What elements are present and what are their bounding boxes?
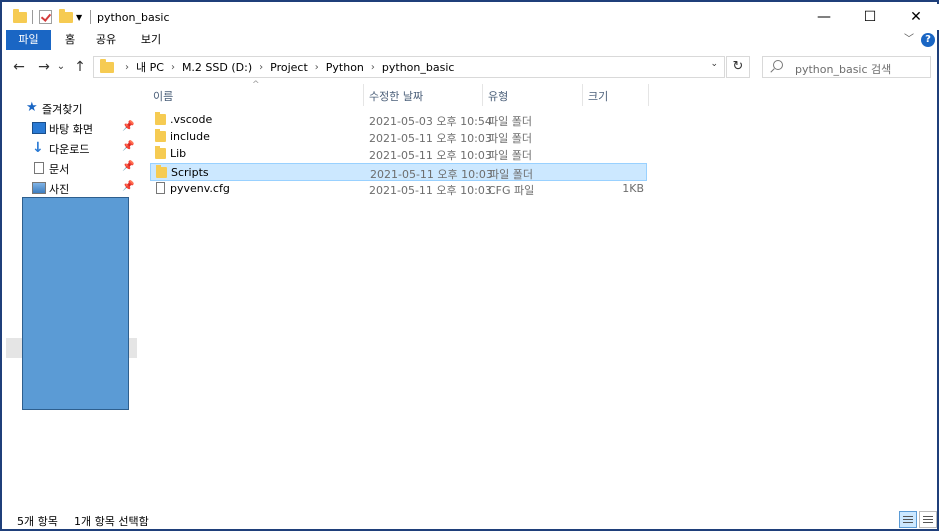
navigation-bar: ← → ⌄ ↑ › 내 PC › M.2 SSD (D:) › Project … bbox=[4, 52, 939, 82]
file-type: 파일 폴더 bbox=[488, 149, 532, 162]
folder-icon bbox=[156, 165, 167, 178]
column-header-type[interactable]: 유형 bbox=[488, 88, 508, 104]
pin-icon[interactable]: 📌 bbox=[122, 181, 134, 192]
list-item[interactable]: include 2021-05-11 오후 10:03 파일 폴더 bbox=[150, 128, 647, 146]
large-icons-view-button[interactable] bbox=[919, 511, 937, 528]
list-item[interactable]: Lib 2021-05-11 오후 10:03 파일 폴더 bbox=[150, 145, 647, 163]
selected-count: 1개 항목 선택함 bbox=[74, 515, 149, 528]
sidebar-item-label: 바탕 화면 bbox=[49, 123, 93, 136]
sidebar-item-label: 사진 bbox=[49, 183, 70, 196]
column-header-name[interactable]: 이름 bbox=[153, 88, 173, 104]
list-item[interactable]: pyvenv.cfg 2021-05-11 오후 10:03 CFG 파일 1K… bbox=[150, 180, 647, 198]
back-button[interactable]: ← bbox=[10, 58, 28, 76]
folder-icon bbox=[13, 8, 27, 25]
file-name: Scripts bbox=[171, 166, 209, 179]
file-date: 2021-05-11 오후 10:03 bbox=[369, 132, 492, 145]
properties-icon[interactable] bbox=[39, 9, 52, 25]
chevron-right-icon[interactable]: › bbox=[171, 62, 175, 73]
chevron-right-icon[interactable]: › bbox=[125, 62, 129, 73]
list-item-selected[interactable]: Scripts 2021-05-11 오후 10:03 파일 폴더 bbox=[150, 163, 647, 181]
star-icon: ★ bbox=[26, 100, 38, 115]
pin-icon[interactable]: 📌 bbox=[122, 161, 134, 172]
window-title: python_basic bbox=[97, 11, 170, 24]
sidebar-item-pictures[interactable]: 사진 📌 bbox=[4, 178, 136, 198]
file-name: include bbox=[170, 130, 210, 143]
chevron-right-icon[interactable]: › bbox=[315, 62, 319, 73]
ribbon-tabs: 파일 홈 공유 보기 ﹀ ? bbox=[4, 30, 939, 50]
file-type: 파일 폴더 bbox=[488, 132, 532, 145]
column-header-date[interactable]: 수정한 날짜 bbox=[369, 88, 423, 104]
tab-view[interactable]: 보기 bbox=[136, 30, 166, 50]
sidebar-item-desktop[interactable]: 바탕 화면 📌 bbox=[4, 118, 136, 138]
up-button[interactable]: ↑ bbox=[71, 58, 89, 76]
status-bar: 5개 항목 1개 항목 선택함 bbox=[4, 508, 939, 531]
breadcrumb-this-pc[interactable]: 내 PC bbox=[136, 59, 164, 75]
sidebar-item-label: 문서 bbox=[49, 163, 70, 176]
tab-home[interactable]: 홈 bbox=[56, 30, 84, 50]
title-bar: ▼ python_basic — ☐ ✕ bbox=[4, 4, 939, 30]
chevron-down-icon[interactable]: ⌄ bbox=[710, 59, 718, 69]
sidebar-item-quick-access[interactable]: ★ 즐겨찾기 bbox=[4, 98, 136, 118]
file-type: 파일 폴더 bbox=[488, 115, 532, 128]
search-icon bbox=[773, 60, 783, 70]
file-icon bbox=[156, 182, 165, 194]
sidebar-item-downloads[interactable]: ↓ 다운로드 📌 bbox=[4, 138, 136, 158]
pin-icon[interactable]: 📌 bbox=[122, 121, 134, 132]
folder-icon bbox=[155, 129, 166, 142]
file-date: 2021-05-03 오후 10:54 bbox=[369, 115, 492, 128]
file-name: Lib bbox=[170, 147, 187, 160]
search-input[interactable]: python_basic 검색 bbox=[762, 56, 931, 78]
breadcrumb-python[interactable]: Python bbox=[326, 61, 364, 74]
folder-icon bbox=[155, 112, 166, 125]
desktop-icon bbox=[32, 122, 46, 134]
tab-share[interactable]: 공유 bbox=[90, 30, 122, 50]
file-size: 1KB bbox=[622, 182, 644, 195]
minimize-button[interactable]: — bbox=[801, 4, 847, 30]
pin-icon[interactable]: 📌 bbox=[122, 141, 134, 152]
forward-button[interactable]: → bbox=[35, 58, 53, 76]
redacted-region bbox=[22, 197, 129, 410]
breadcrumb-python-basic[interactable]: python_basic bbox=[382, 61, 455, 74]
breadcrumb-drive[interactable]: M.2 SSD (D:) bbox=[182, 61, 252, 74]
file-date: 2021-05-11 오후 10:03 bbox=[369, 184, 492, 197]
refresh-button[interactable]: ↻ bbox=[726, 56, 750, 78]
breadcrumb: › 내 PC › M.2 SSD (D:) › Project › Python… bbox=[100, 57, 454, 77]
folder-icon bbox=[155, 146, 166, 159]
column-header-size[interactable]: 크기 bbox=[588, 88, 608, 104]
documents-icon bbox=[34, 162, 44, 174]
customize-toolbar-icon[interactable]: ▼ bbox=[76, 9, 82, 25]
file-name: pyvenv.cfg bbox=[170, 182, 230, 195]
pictures-icon bbox=[32, 182, 46, 194]
list-item[interactable]: .vscode 2021-05-03 오후 10:54 파일 폴더 bbox=[150, 111, 647, 129]
search-placeholder: python_basic 검색 bbox=[795, 63, 892, 76]
address-bar[interactable]: › 내 PC › M.2 SSD (D:) › Project › Python… bbox=[93, 56, 725, 78]
new-folder-icon[interactable] bbox=[59, 8, 73, 25]
explorer-window: ▼ python_basic — ☐ ✕ 파일 홈 공유 보기 ﹀ ? ← → … bbox=[0, 0, 939, 531]
file-date: 2021-05-11 오후 10:03 bbox=[369, 149, 492, 162]
folder-icon bbox=[100, 58, 114, 73]
recent-locations-button[interactable]: ⌄ bbox=[55, 58, 67, 76]
download-icon: ↓ bbox=[32, 140, 44, 156]
sidebar-item-documents[interactable]: 문서 📌 bbox=[4, 158, 136, 178]
file-name: .vscode bbox=[170, 113, 213, 126]
item-count: 5개 항목 bbox=[17, 515, 58, 528]
tab-file[interactable]: 파일 bbox=[6, 30, 51, 50]
maximize-button[interactable]: ☐ bbox=[847, 4, 893, 30]
ribbon-expand-icon[interactable]: ﹀ bbox=[902, 30, 916, 50]
details-view-button[interactable] bbox=[899, 511, 917, 528]
help-icon[interactable]: ? bbox=[921, 33, 935, 47]
close-button[interactable]: ✕ bbox=[893, 4, 939, 30]
file-type: CFG 파일 bbox=[488, 184, 535, 197]
sidebar-item-label: 즐겨찾기 bbox=[42, 103, 83, 116]
sort-ascending-icon: ^ bbox=[252, 80, 260, 90]
sidebar-item-label: 다운로드 bbox=[49, 143, 90, 156]
chevron-right-icon[interactable]: › bbox=[259, 62, 263, 73]
file-list: ^ 이름 수정한 날짜 유형 크기 .vscode 2021-05-03 오후 … bbox=[147, 80, 937, 504]
breadcrumb-project[interactable]: Project bbox=[270, 61, 308, 74]
chevron-right-icon[interactable]: › bbox=[371, 62, 375, 73]
